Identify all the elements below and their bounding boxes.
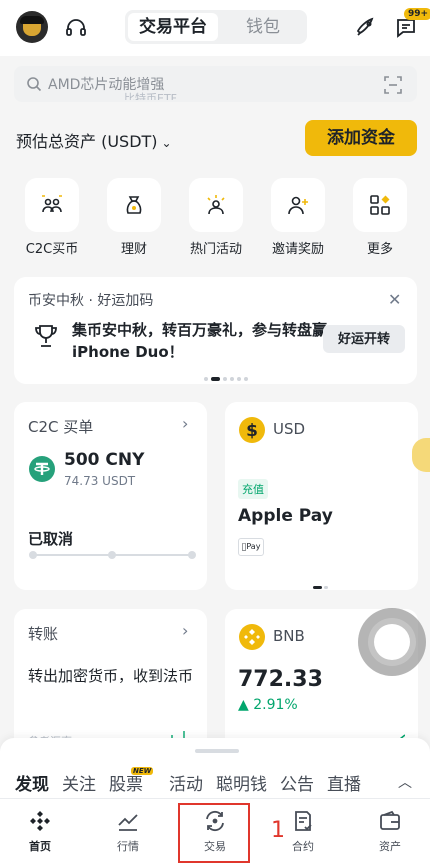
nav-markets[interactable]: 行情	[98, 809, 158, 854]
shortcut-referral[interactable]: 邀请奖励	[270, 178, 326, 257]
payment-method: Apple Pay	[238, 506, 333, 526]
search-icon	[27, 77, 42, 92]
bnb-coin-icon	[239, 624, 265, 650]
feed-tab-stocks[interactable]: 股票 NEW	[109, 767, 156, 795]
bnb-change: ▲ 2.91%	[238, 697, 298, 713]
c2c-order-card[interactable]: C2C 买单 › 500 CNY 74.73 USDT 已取消	[14, 402, 207, 590]
promo-banner[interactable]: 币安中秋 · 好运加码 ✕ 集币安中秋，转百万豪礼，参与转盘赢iPhone Du…	[14, 277, 417, 384]
scan-icon[interactable]	[384, 76, 402, 94]
chevron-right-icon: ›	[182, 414, 189, 433]
chevron-right-icon: ›	[182, 621, 189, 640]
top-bar: 交易平台 钱包 99+	[0, 0, 430, 56]
new-badge: NEW	[131, 767, 154, 775]
sheet-handle[interactable]	[195, 749, 239, 753]
tab-exchange[interactable]: 交易平台	[128, 13, 218, 41]
close-icon[interactable]: ✕	[388, 290, 401, 309]
feed-tab-live[interactable]: 直播	[327, 775, 361, 795]
shortcut-more[interactable]: 更多	[352, 178, 408, 257]
wallet-icon	[380, 810, 400, 830]
estimated-assets-label[interactable]: 预估总资产 (USDT) ⌄	[16, 128, 172, 152]
shortcut-activities[interactable]: 热门活动	[188, 178, 244, 257]
bnb-symbol: BNB	[273, 627, 305, 645]
floating-assistant[interactable]	[412, 438, 430, 472]
message-badge: 99+	[404, 8, 430, 20]
transfer-card[interactable]: 转账 › 转出加密货币，收到法币 参考汇率	[14, 609, 207, 759]
card-pager	[313, 574, 330, 590]
deposit-tag: 充值	[238, 479, 268, 499]
avatar[interactable]	[16, 11, 48, 43]
headset-icon[interactable]	[64, 16, 88, 40]
add-funds-button[interactable]: 添加资金	[305, 120, 417, 156]
progress-track	[29, 551, 196, 559]
assistive-touch-button[interactable]	[358, 608, 426, 676]
nav-home[interactable]: 首页	[10, 809, 70, 854]
nav-assets[interactable]: 资产	[360, 809, 420, 854]
c2c-amount: 500 CNY	[64, 450, 145, 470]
usdt-coin-icon	[29, 456, 55, 482]
c2c-users-icon	[42, 195, 62, 213]
chevron-down-icon: ⌄	[161, 136, 172, 150]
promo-title: 币安中秋 · 好运加码	[28, 293, 154, 309]
feed-tab-events[interactable]: 活动	[169, 775, 203, 795]
search-bar[interactable]: AMD芯片动能增强 比特币ETF	[14, 66, 417, 102]
annotation-number: 1	[271, 818, 285, 843]
dollar-coin-icon: $	[239, 417, 265, 443]
markets-chart-icon	[118, 814, 138, 831]
usd-currency: USD	[273, 420, 306, 438]
person-sparkle-icon	[207, 195, 225, 215]
c2c-card-title: C2C 买单	[28, 418, 94, 436]
usd-deposit-card[interactable]: $ USD 充值 Apple Pay Pay	[225, 402, 418, 590]
spin-button[interactable]: 好运开转	[323, 325, 405, 353]
tab-wallet[interactable]: 钱包	[221, 13, 305, 41]
svg-text:$: $	[246, 421, 258, 441]
shortcut-c2c[interactable]: C2C买币	[24, 178, 80, 257]
c2c-usdt-amount: 74.73 USDT	[64, 474, 136, 488]
grid-more-icon	[370, 195, 390, 215]
search-placeholder-next: 比特币ETF	[124, 92, 177, 100]
apple-pay-logo: Pay	[238, 538, 264, 556]
shortcut-earn[interactable]: 理财	[106, 178, 162, 257]
chevron-up-icon[interactable]: ︿	[398, 772, 412, 792]
rocket-icon[interactable]	[354, 15, 378, 39]
binance-logo-icon	[30, 811, 50, 831]
transfer-title: 转账	[28, 625, 59, 643]
highlight-box	[178, 803, 250, 863]
promo-body: 集币安中秋，转百万豪礼，参与转盘赢iPhone Duo！	[72, 321, 328, 361]
feed-tab-announcements[interactable]: 公告	[280, 775, 314, 795]
feed-tab-smart-money[interactable]: 聪明钱	[216, 775, 267, 795]
add-user-icon	[288, 196, 308, 215]
money-bag-icon	[126, 196, 142, 214]
trophy-icon	[35, 325, 57, 347]
bnb-price: 772.33	[238, 667, 323, 692]
transfer-desc: 转出加密货币，收到法币	[28, 667, 194, 685]
platform-switch: 交易平台 钱包	[125, 10, 307, 44]
futures-doc-icon	[295, 811, 312, 831]
carousel-dots	[204, 368, 251, 387]
c2c-status: 已取消	[28, 530, 74, 548]
feed-tab-following[interactable]: 关注	[62, 775, 96, 795]
feed-tabs: 发现 关注 股票 NEW 活动 聪明钱 公告 直播	[15, 767, 374, 795]
feed-tab-discover[interactable]: 发现	[15, 775, 49, 795]
